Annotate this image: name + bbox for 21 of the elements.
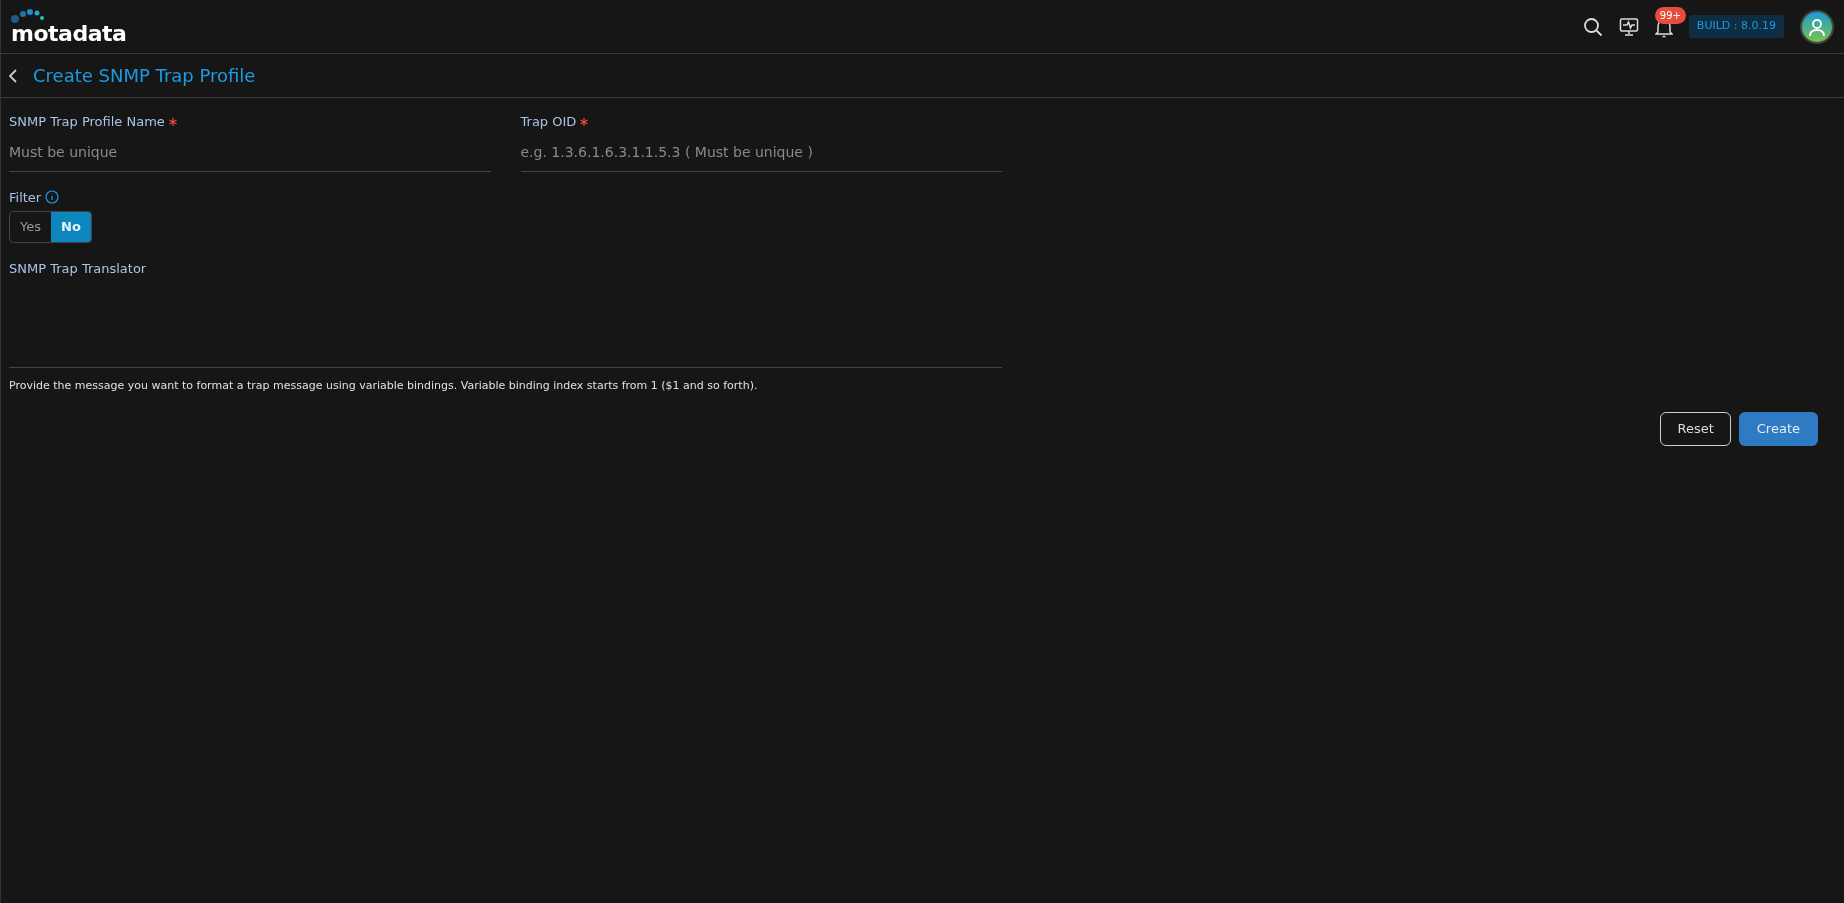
reset-button[interactable]: Reset [1660, 412, 1731, 446]
input-field[interactable]: Must be unique [9, 131, 491, 172]
logo-dots-icon [11, 8, 45, 23]
toggle-option[interactable]: Yes [10, 212, 51, 242]
page-title: Create SNMP Trap Profile [33, 64, 256, 88]
field-label: SNMP Trap Profile Name [9, 113, 165, 131]
info-icon[interactable] [45, 190, 60, 205]
logo-text[interactable]: motadata [11, 22, 127, 45]
search-icon[interactable] [1582, 16, 1603, 37]
build-version: BUILD : 8.0.19 [1688, 15, 1784, 38]
help-text: Provide the message you want to format a trap message using variable bindings. Variable binding index starts from 1 ($1 and so forth). [9, 377, 759, 394]
back-icon[interactable] [9, 68, 17, 83]
toggle-option[interactable]: No [51, 212, 91, 242]
create-button[interactable]: Create [1738, 412, 1818, 446]
monitor-icon[interactable] [1618, 16, 1639, 37]
field-label: SNMP Trap Translator [9, 259, 148, 278]
field-label: Filter [9, 188, 42, 207]
avatar[interactable] [1800, 9, 1834, 44]
notification-count: 99+ [1654, 7, 1686, 25]
field-label: Trap OID [520, 113, 577, 131]
input-field[interactable]: e.g. 1.3.6.1.6.3.1.1.5.3 ( Must be unique ) [520, 131, 1002, 172]
